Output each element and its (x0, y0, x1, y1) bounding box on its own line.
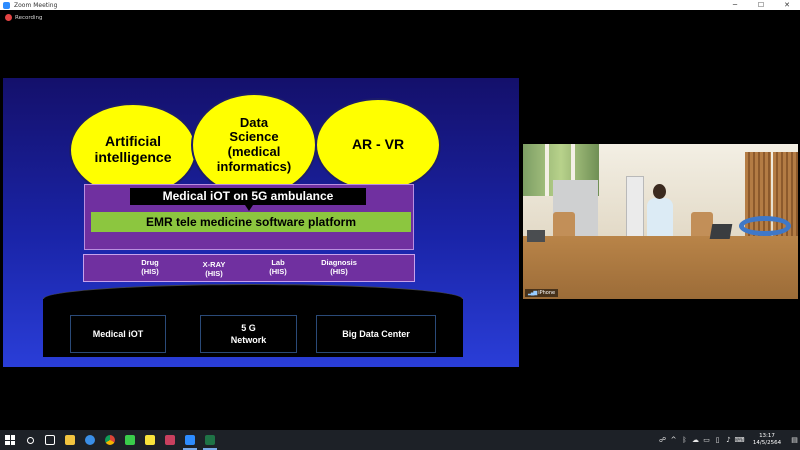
bubble-label: Artificial intelligence (94, 133, 172, 165)
video-conference-table (523, 236, 798, 299)
file-explorer-button[interactable] (60, 430, 80, 450)
network-icon[interactable]: ▯ (712, 436, 723, 444)
task-view-icon (45, 435, 55, 445)
file-explorer-icon (65, 435, 75, 445)
excel-taskbar-button[interactable] (200, 430, 220, 450)
zoom-app-icon (3, 1, 10, 9)
window-title-bar: Zoom Meeting ─ ☐ ✕ (0, 0, 800, 10)
bubble-data-science: Data Science (medical informatics) (191, 93, 317, 197)
onenote-icon (165, 435, 175, 445)
shared-screen-slide: Artificial intelligence Data Science (me… (3, 78, 519, 367)
chrome-browser-icon (105, 435, 115, 445)
database-item-5g-network: 5 G Network (200, 315, 297, 353)
battery-icon[interactable]: ▭ (701, 436, 712, 444)
notifications-icon[interactable]: ▤ (789, 436, 800, 444)
record-icon (5, 14, 12, 21)
video-chair (553, 212, 575, 238)
video-blue-coil (739, 216, 791, 236)
windows-start-button[interactable] (0, 430, 20, 450)
his-item-lab: Lab (HIS) (269, 258, 287, 277)
task-view-button[interactable] (40, 430, 60, 450)
video-laptop (527, 230, 545, 242)
his-item-drug: Drug (HIS) (141, 258, 159, 277)
video-window-frame (545, 144, 549, 196)
clock-date: 14/5/2564 (752, 440, 782, 446)
database-item-big-data-center: Big Data Center (316, 315, 436, 353)
minimize-button[interactable]: ─ (722, 0, 748, 10)
bubble-label: Data Science (medical informatics) (216, 114, 292, 174)
bubble-ar-vr: AR - VR (315, 98, 441, 192)
window-title: Zoom Meeting (14, 1, 58, 9)
volume-icon[interactable]: ♪ (723, 436, 734, 444)
participant-name: iPhone (538, 290, 556, 296)
close-button[interactable]: ✕ (774, 0, 800, 10)
bubble-label: AR - VR (351, 136, 405, 153)
people-icon[interactable]: ☍ (657, 436, 668, 444)
bubble-artificial-intelligence: Artificial intelligence (69, 103, 197, 197)
signal-bars-icon: ▂▄▆ (528, 290, 537, 296)
onedrive-icon[interactable]: ☁ (690, 436, 701, 444)
zoom-taskbar-button[interactable] (180, 430, 200, 450)
windows-start-icon (5, 435, 15, 445)
line-chat-button[interactable] (120, 430, 140, 450)
taskbar-clock[interactable]: 13:17 14/5/2564 (745, 433, 789, 446)
zoom-icon (185, 435, 195, 445)
recording-label: Recording (15, 14, 43, 21)
video-printer (626, 176, 644, 238)
emr-platform-bar: EMR tele medicine software platform (91, 212, 411, 232)
his-item-diagnosis: Diagnosis (HIS) (321, 258, 357, 277)
bluetooth-icon[interactable]: ᛒ (679, 436, 690, 444)
participant-name-tag: ▂▄▆ iPhone (525, 289, 559, 297)
show-hidden-icons-chevron-icon[interactable]: ^ (668, 436, 679, 444)
language-icon[interactable]: ⌨ (734, 436, 745, 444)
chrome-browser-button[interactable] (100, 430, 120, 450)
system-tray: ☍ ^ ᛒ ☁ ▭ ▯ ♪ ⌨ 13:17 14/5/2564 ▤ (657, 430, 800, 450)
search-button[interactable] (20, 430, 40, 450)
video-laptop (709, 224, 733, 239)
line-chat-icon (125, 435, 135, 445)
iot-ambulance-banner: Medical iOT on 5G ambulance (130, 188, 366, 205)
clock-time: 13:17 (759, 433, 775, 440)
arrow-down-icon (245, 205, 253, 211)
edge-browser-button[interactable] (80, 430, 100, 450)
sticky-notes-button[interactable] (140, 430, 160, 450)
windows-taskbar: ☍ ^ ᛒ ☁ ▭ ▯ ♪ ⌨ 13:17 14/5/2564 ▤ (0, 430, 800, 450)
sticky-notes-icon (145, 435, 155, 445)
video-person-body (647, 198, 673, 238)
his-item-xray: X-RAY (HIS) (202, 260, 226, 279)
recording-indicator[interactable]: Recording (5, 13, 43, 22)
edge-browser-icon (85, 435, 95, 445)
video-person-head (653, 184, 666, 199)
his-bar (83, 254, 415, 282)
excel-icon (205, 435, 215, 445)
window-controls: ─ ☐ ✕ (722, 0, 800, 10)
search-icon (26, 436, 34, 444)
onenote-button[interactable] (160, 430, 180, 450)
database-item-medical-iot: Medical iOT (70, 315, 166, 353)
maximize-button[interactable]: ☐ (748, 0, 774, 10)
participant-video[interactable]: ▂▄▆ iPhone (523, 144, 798, 299)
